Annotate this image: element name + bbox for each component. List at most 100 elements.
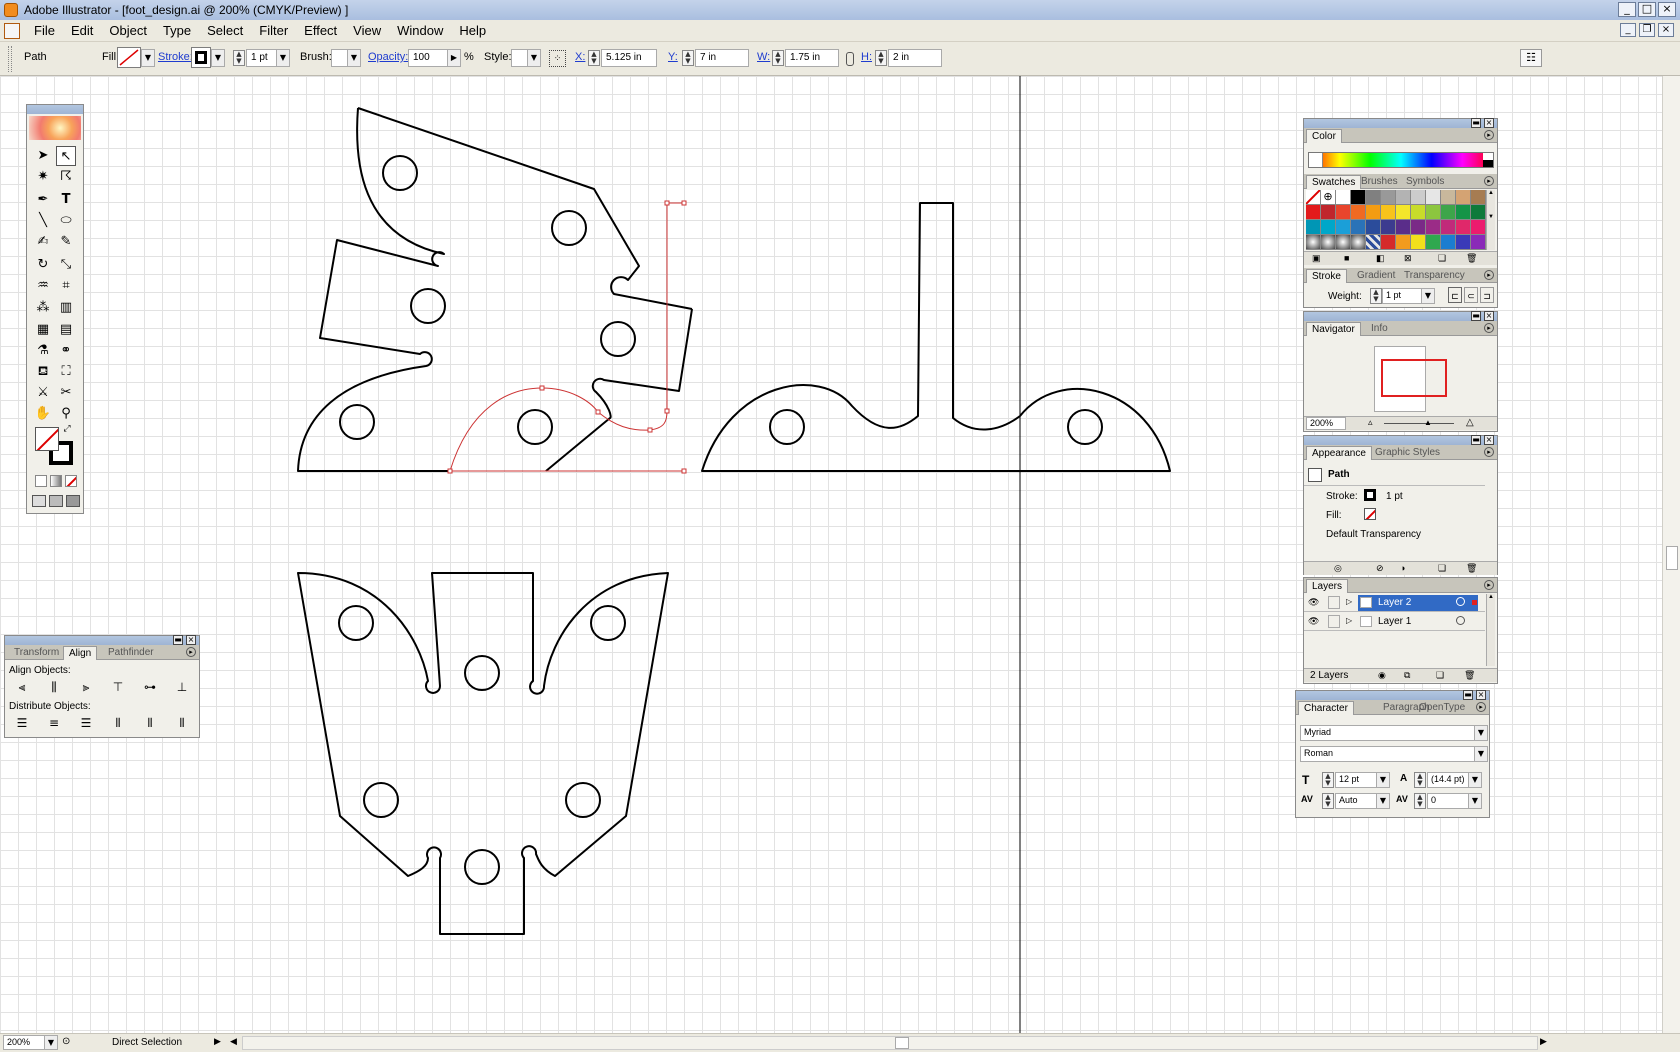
- weight-dropdown[interactable]: ▼: [1421, 288, 1435, 304]
- menu-file[interactable]: File: [26, 23, 63, 38]
- stroke-swatch[interactable]: [191, 47, 211, 68]
- brush-dropdown[interactable]: ▼: [347, 49, 361, 67]
- layer-row[interactable]: 👁 ▷ Layer 2: [1304, 594, 1485, 612]
- zoom-level-dropdown[interactable]: ▼: [44, 1035, 58, 1050]
- control-panel-menu-icon[interactable]: ☷: [1520, 49, 1542, 67]
- color-swatch[interactable]: [1351, 220, 1366, 235]
- new-art-maintains-appearance-icon[interactable]: ◎: [1334, 563, 1342, 574]
- leading-stepper[interactable]: ▲ ▼: [1414, 772, 1426, 788]
- stroke-attribute-swatch[interactable]: [1364, 489, 1376, 501]
- color-swatch[interactable]: [1411, 235, 1426, 250]
- tab-graphic-styles[interactable]: Graphic Styles: [1370, 446, 1445, 460]
- swatches-grid[interactable]: ⊕: [1306, 190, 1486, 250]
- color-swatch[interactable]: [1441, 220, 1456, 235]
- target-circle-icon[interactable]: [1456, 597, 1465, 606]
- opacity-field[interactable]: 100: [408, 49, 448, 67]
- horizontal-distribute-center-icon[interactable]: ⦀: [139, 714, 161, 732]
- none-mode-button[interactable]: [65, 475, 77, 487]
- panel-close-button[interactable]: ×: [1484, 118, 1494, 128]
- pen-tool-icon[interactable]: ✒: [33, 190, 53, 210]
- panel-close-button[interactable]: ×: [1484, 311, 1494, 321]
- panel-minimize-button[interactable]: ▬: [1463, 690, 1473, 700]
- new-sublayer-icon[interactable]: ⧉: [1404, 670, 1410, 681]
- color-swatch[interactable]: [1396, 235, 1411, 250]
- style-dropdown[interactable]: ▼: [527, 49, 541, 67]
- pencil-tool-icon[interactable]: ✎: [56, 232, 76, 252]
- panel-menu-icon[interactable]: ▸: [1484, 270, 1494, 280]
- panel-minimize-button[interactable]: ▬: [1471, 435, 1481, 445]
- color-swatch[interactable]: [1471, 235, 1486, 250]
- vertical-align-center-icon[interactable]: ⊶: [139, 678, 161, 696]
- panel-menu-icon[interactable]: ▸: [1484, 447, 1494, 457]
- y-label[interactable]: Y:: [668, 51, 678, 63]
- tab-character[interactable]: Character: [1298, 701, 1354, 715]
- color-swatch[interactable]: [1426, 190, 1441, 205]
- doc-minimize-button[interactable]: _: [1620, 23, 1636, 37]
- stroke-weight-field[interactable]: 1 pt: [246, 49, 278, 67]
- menu-effect[interactable]: Effect: [296, 23, 345, 38]
- color-swatch[interactable]: [1426, 235, 1441, 250]
- maximize-button[interactable]: □: [1638, 2, 1656, 17]
- tab-color[interactable]: Color: [1306, 129, 1342, 143]
- kerning-stepper[interactable]: ▲ ▼: [1322, 793, 1334, 809]
- color-swatch[interactable]: [1441, 190, 1456, 205]
- ellipse-tool-icon[interactable]: ⬭: [56, 211, 76, 231]
- warp-tool-icon[interactable]: ♒: [33, 276, 53, 296]
- swatches-scrollbar[interactable]: ▲ ▼: [1486, 190, 1495, 250]
- delete-layer-icon[interactable]: 🗑: [1464, 670, 1475, 681]
- tab-transparency[interactable]: Transparency: [1399, 269, 1470, 283]
- magic-wand-tool-icon[interactable]: ✷: [33, 167, 53, 187]
- stroke-label[interactable]: Stroke:: [158, 51, 193, 63]
- selection-tool-icon[interactable]: ➤: [33, 146, 53, 166]
- tab-navigator[interactable]: Navigator: [1306, 322, 1361, 336]
- hand-tool-icon[interactable]: ✋: [33, 404, 53, 424]
- panel-minimize-button[interactable]: ▬: [173, 635, 183, 645]
- panel-close-button[interactable]: ×: [186, 635, 196, 645]
- color-swatch[interactable]: [1411, 220, 1426, 235]
- w-field[interactable]: 1.75 in: [785, 49, 839, 67]
- horizontal-align-right-icon[interactable]: ⫸: [75, 678, 97, 696]
- color-swatch[interactable]: [1336, 220, 1351, 235]
- tab-appearance[interactable]: Appearance: [1306, 446, 1372, 460]
- horizontal-distribute-right-icon[interactable]: ⫴: [171, 714, 193, 732]
- panel-menu-icon[interactable]: ▸: [1484, 580, 1494, 590]
- new-swatch-icon[interactable]: ❏: [1438, 253, 1446, 264]
- gradient-tool-icon[interactable]: ▤: [56, 320, 76, 340]
- duplicate-item-icon[interactable]: ❏: [1438, 563, 1446, 574]
- new-layer-icon[interactable]: ❏: [1436, 670, 1444, 681]
- visibility-eye-icon[interactable]: 👁: [1308, 597, 1319, 608]
- menu-edit[interactable]: Edit: [63, 23, 101, 38]
- minimize-button[interactable]: _: [1618, 2, 1636, 17]
- eyedropper-tool-icon[interactable]: ⚗: [33, 341, 53, 361]
- color-swatch[interactable]: [1336, 190, 1351, 205]
- panel-menu-icon[interactable]: ▸: [1476, 702, 1486, 712]
- color-swatch[interactable]: [1351, 190, 1366, 205]
- color-swatch[interactable]: [1306, 205, 1321, 220]
- lock-toggle[interactable]: [1328, 596, 1340, 609]
- butt-cap-icon[interactable]: ⊏: [1448, 287, 1462, 303]
- panel-menu-icon[interactable]: ▸: [186, 647, 196, 657]
- color-swatch[interactable]: [1381, 205, 1396, 220]
- tracking-field[interactable]: 0: [1427, 793, 1469, 809]
- tab-brushes[interactable]: Brushes: [1356, 175, 1403, 189]
- font-style-field[interactable]: Roman: [1300, 746, 1476, 762]
- tab-opentype[interactable]: OpenType: [1414, 701, 1470, 715]
- line-tool-icon[interactable]: ╲: [33, 211, 53, 231]
- horizontal-scrollbar-thumb[interactable]: [895, 1037, 909, 1049]
- round-cap-icon[interactable]: ⊂: [1464, 287, 1478, 303]
- zoom-out-icon[interactable]: ▵: [1368, 417, 1373, 428]
- color-swatch[interactable]: [1441, 235, 1456, 250]
- target-circle-icon[interactable]: [1456, 616, 1465, 625]
- leading-field[interactable]: (14.4 pt): [1427, 772, 1469, 788]
- color-spectrum-bar[interactable]: [1308, 152, 1494, 168]
- scale-tool-icon[interactable]: ⤡: [56, 255, 76, 275]
- x-label[interactable]: X:: [575, 51, 585, 63]
- show-pattern-swatches-icon[interactable]: ⊠: [1404, 253, 1412, 264]
- tab-align[interactable]: Align: [63, 646, 98, 660]
- color-swatch[interactable]: [1321, 235, 1336, 250]
- font-size-field[interactable]: 12 pt: [1335, 772, 1377, 788]
- navigator-thumbnail[interactable]: [1374, 346, 1447, 412]
- scissors-tool-icon[interactable]: ✂: [56, 383, 76, 403]
- slice-tool-icon[interactable]: ⚔: [33, 383, 53, 403]
- panel-minimize-button[interactable]: ▬: [1471, 118, 1481, 128]
